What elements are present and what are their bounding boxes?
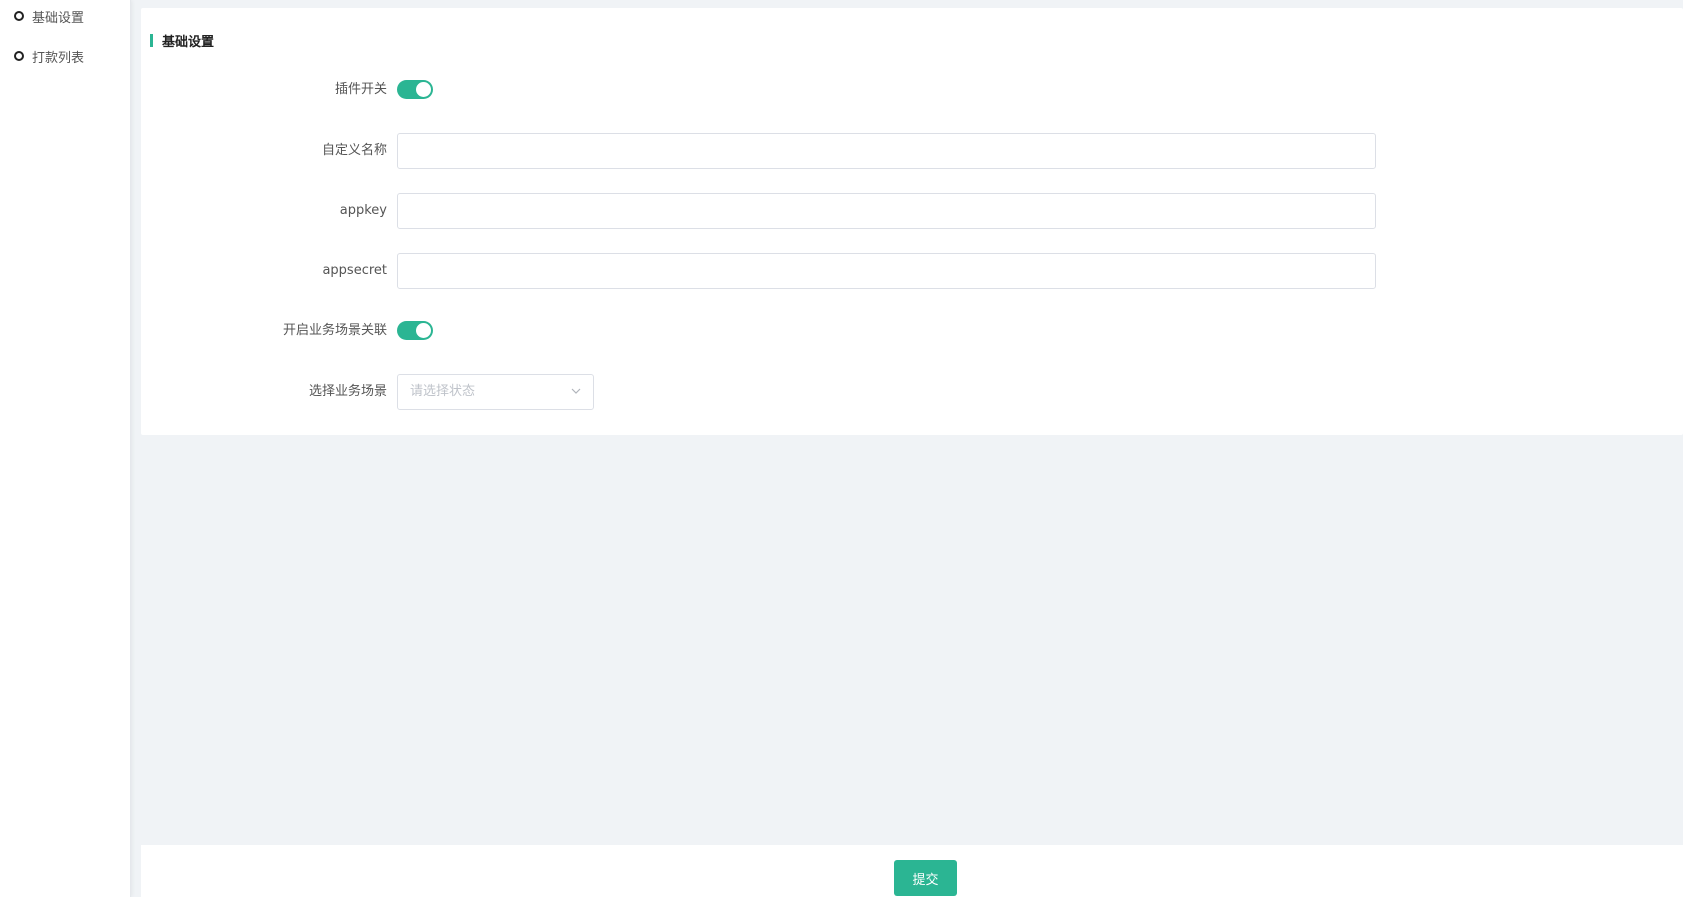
appkey-row: appkey (141, 193, 1683, 229)
sidebar: 基础设置 打款列表 (0, 0, 131, 897)
appkey-input[interactable] (397, 193, 1376, 229)
scene-select-dropdown[interactable]: 请选择状态 (397, 374, 594, 410)
plugin-switch-label: 插件开关 (334, 82, 387, 97)
custom-name-label: 自定义名称 (321, 143, 387, 158)
panel-title: 基础设置 (150, 30, 214, 50)
scene-select-placeholder: 请选择状态 (410, 384, 476, 399)
panel-title-text: 基础设置 (162, 34, 215, 50)
custom-name-input[interactable] (397, 133, 1376, 169)
sidebar-item-label: 打款列表 (32, 50, 85, 66)
submit-button[interactable]: 提交 (894, 860, 957, 896)
scene-select-label: 选择业务场景 (308, 384, 387, 399)
radio-circle-icon (14, 51, 24, 61)
toggle-knob (416, 323, 431, 338)
scene-link-label: 开启业务场景关联 (282, 323, 387, 338)
footer-bar: 提交 (141, 845, 1683, 897)
appsecret-row: appsecret (141, 253, 1683, 289)
scene-link-row: 开启业务场景关联 (141, 313, 1683, 349)
appsecret-label: appsecret (322, 263, 387, 278)
chevron-down-icon (571, 388, 581, 394)
settings-panel: 基础设置 插件开关 自定义名称 appkey appsecret 开启业务场景关… (141, 8, 1683, 435)
appkey-label: appkey (339, 203, 387, 218)
custom-name-row: 自定义名称 (141, 133, 1683, 169)
title-accent-bar (150, 33, 153, 47)
plugin-switch-toggle[interactable] (397, 80, 433, 99)
appsecret-input[interactable] (397, 253, 1376, 289)
radio-circle-icon (14, 11, 24, 21)
scene-select-row: 选择业务场景 请选择状态 (141, 374, 1683, 410)
plugin-switch-row: 插件开关 (141, 72, 1683, 108)
sidebar-item-payout-list[interactable]: 打款列表 (14, 46, 84, 66)
scene-link-toggle[interactable] (397, 321, 433, 340)
sidebar-item-basic-settings[interactable]: 基础设置 (14, 6, 84, 26)
sidebar-item-label: 基础设置 (32, 10, 85, 26)
toggle-knob (416, 82, 431, 97)
